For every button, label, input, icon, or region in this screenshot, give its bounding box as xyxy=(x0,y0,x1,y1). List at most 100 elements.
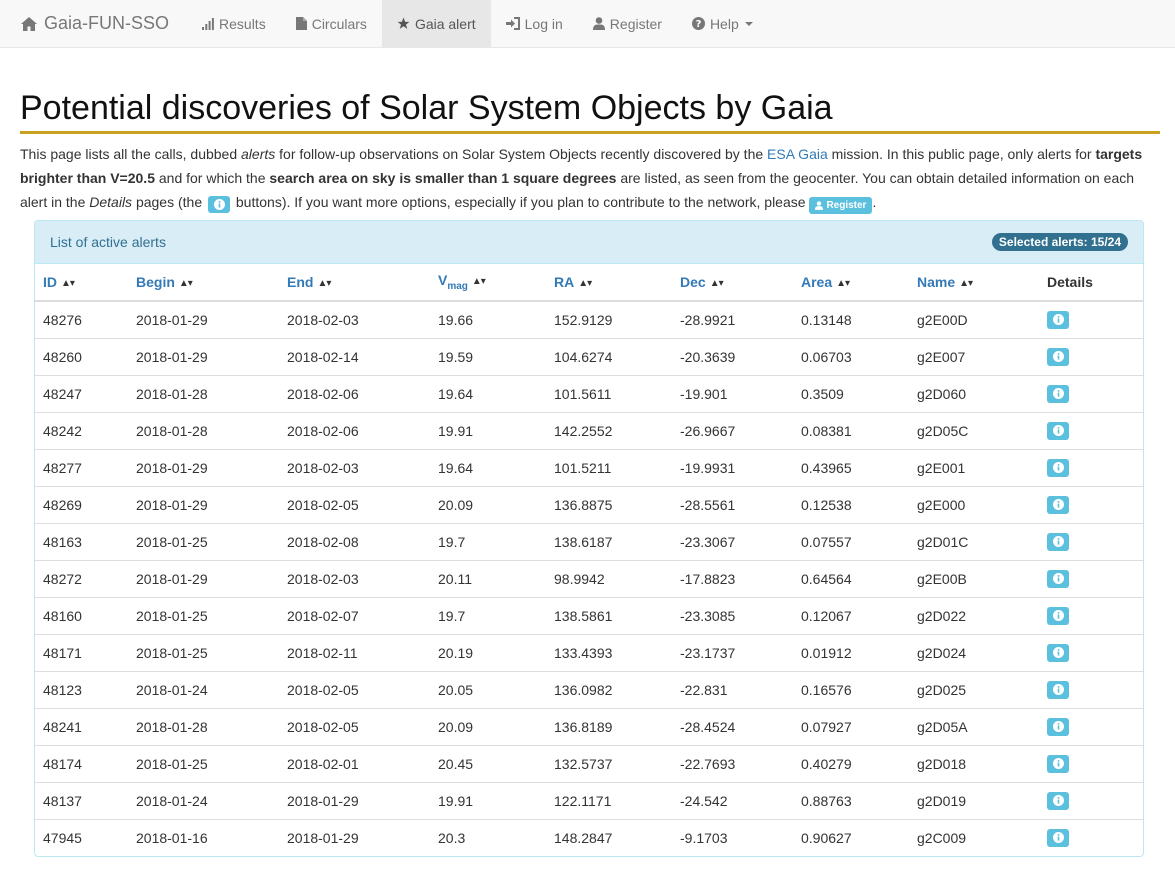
cell-details xyxy=(1039,337,1143,375)
cell-ra: 104.6274 xyxy=(546,337,672,375)
cell-vmag: 19.7 xyxy=(430,596,546,634)
cell-name: g2D05A xyxy=(909,707,1039,745)
cell-vmag: 19.64 xyxy=(430,374,546,412)
details-button[interactable] xyxy=(1047,828,1069,847)
nav-register[interactable]: Register xyxy=(578,0,677,47)
cell-id: 48137 xyxy=(35,781,128,819)
column-header-name[interactable]: Name ▲▾ xyxy=(909,264,1039,302)
details-button[interactable] xyxy=(1047,421,1069,440)
nav-gaia-alert[interactable]: Gaia alert xyxy=(381,0,491,47)
info-icon xyxy=(1052,314,1064,326)
cell-end: 2018-02-05 xyxy=(279,670,430,708)
column-header-begin[interactable]: Begin ▲▾ xyxy=(128,264,279,302)
cell-vmag: 20.09 xyxy=(430,485,546,523)
nav-login[interactable]: Log in xyxy=(491,0,578,47)
cell-ra: 133.4393 xyxy=(546,633,672,671)
sort-icon: ▲▾ xyxy=(578,278,592,289)
cell-id: 48174 xyxy=(35,744,128,782)
cell-vmag: 20.09 xyxy=(430,707,546,745)
details-button[interactable] xyxy=(1047,791,1069,810)
details-button[interactable] xyxy=(1047,532,1069,551)
intro-paragraph: This page lists all the calls, dubbed al… xyxy=(20,142,1160,214)
details-button[interactable] xyxy=(1047,717,1069,736)
details-button[interactable] xyxy=(1047,680,1069,699)
cell-begin: 2018-01-29 xyxy=(128,559,279,597)
details-button[interactable] xyxy=(1047,384,1069,403)
column-header-id[interactable]: ID ▲▾ xyxy=(35,264,128,302)
panel-heading: List of active alerts Selected alerts: 1… xyxy=(35,221,1143,264)
cell-id: 48160 xyxy=(35,596,128,634)
cell-begin: 2018-01-29 xyxy=(128,485,279,523)
cell-begin: 2018-01-25 xyxy=(128,522,279,560)
column-header-subscript: mag xyxy=(447,280,468,292)
column-header-details: Details xyxy=(1039,264,1143,302)
column-header-vmag[interactable]: Vmag ▲▾ xyxy=(430,264,546,302)
cell-name: g2E00B xyxy=(909,559,1039,597)
brand-link[interactable]: Gaia-FUN-SSO xyxy=(0,0,187,47)
register-button-label: Register xyxy=(826,199,867,211)
cell-begin: 2018-01-28 xyxy=(128,374,279,412)
cell-dec: -28.4524 xyxy=(672,707,793,745)
column-header-ra[interactable]: RA ▲▾ xyxy=(546,264,672,302)
cell-area: 0.64564 xyxy=(793,559,909,597)
info-icon xyxy=(1052,425,1064,436)
info-icon xyxy=(1052,388,1064,399)
cell-begin: 2018-01-25 xyxy=(128,744,279,782)
cell-id: 48163 xyxy=(35,522,128,560)
details-button[interactable] xyxy=(1047,606,1069,625)
cell-vmag: 20.19 xyxy=(430,633,546,671)
column-header-end[interactable]: End ▲▾ xyxy=(279,264,430,302)
cell-ra: 132.5737 xyxy=(546,744,672,782)
cell-dec: -24.542 xyxy=(672,781,793,819)
info-icon xyxy=(1052,684,1064,695)
table-row: 48269 2018-01-29 2018-02-05 20.09 136.8875 -2… xyxy=(35,485,1143,523)
cell-dec: -22.831 xyxy=(672,670,793,708)
details-button[interactable] xyxy=(1047,754,1069,773)
table-row: 48171 2018-01-25 2018-02-11 20.19 133.4393 -2… xyxy=(35,633,1143,671)
table-row: 48174 2018-01-25 2018-02-01 20.45 132.5737 -2… xyxy=(35,744,1143,782)
column-header-dec[interactable]: Dec ▲▾ xyxy=(672,264,793,302)
nav-circulars-label: Circulars xyxy=(311,15,367,32)
panel-title: List of active alerts xyxy=(50,234,166,250)
cell-vmag: 20.11 xyxy=(430,559,546,597)
cell-details xyxy=(1039,522,1143,560)
cell-id: 47945 xyxy=(35,818,128,856)
nav-login-label: Log in xyxy=(524,15,563,32)
nav-help-dropdown[interactable]: ? Help xyxy=(677,0,768,47)
details-button[interactable] xyxy=(1047,495,1069,514)
cell-dec: -22.7693 xyxy=(672,744,793,782)
details-button[interactable] xyxy=(1047,310,1069,329)
cell-id: 48171 xyxy=(35,633,128,671)
cell-id: 48247 xyxy=(35,374,128,412)
cell-begin: 2018-01-28 xyxy=(128,411,279,449)
register-button[interactable]: Register xyxy=(809,197,873,214)
esa-gaia-link[interactable]: ESA Gaia xyxy=(767,146,828,162)
details-button[interactable] xyxy=(1047,347,1069,366)
intro-text: This page lists all the calls, dubbed xyxy=(20,146,242,162)
cell-vmag: 19.7 xyxy=(430,522,546,560)
column-header-label: Dec xyxy=(680,274,706,290)
table-row: 48160 2018-01-25 2018-02-07 19.7 138.5861 -23… xyxy=(35,596,1143,634)
details-button[interactable] xyxy=(1047,643,1069,662)
intro-text: for follow-up observations on Solar Syst… xyxy=(275,146,768,162)
cell-details xyxy=(1039,301,1143,338)
info-button-example xyxy=(208,196,230,213)
info-icon xyxy=(1052,721,1064,732)
nav-results-label: Results xyxy=(219,15,266,32)
bar-chart-icon xyxy=(202,17,214,30)
nav-circulars[interactable]: Circulars xyxy=(281,0,382,47)
cell-end: 2018-02-05 xyxy=(279,707,430,745)
cell-area: 0.07557 xyxy=(793,522,909,560)
details-button[interactable] xyxy=(1047,569,1069,588)
cell-area: 0.40279 xyxy=(793,744,909,782)
column-header-area[interactable]: Area ▲▾ xyxy=(793,264,909,302)
nav-results[interactable]: Results xyxy=(187,0,281,47)
cell-id: 48269 xyxy=(35,485,128,523)
sort-icon: ▲▾ xyxy=(61,278,75,289)
info-icon xyxy=(1052,647,1064,658)
details-button[interactable] xyxy=(1047,458,1069,477)
cell-details xyxy=(1039,374,1143,412)
cell-details xyxy=(1039,485,1143,523)
cell-dec: -23.3085 xyxy=(672,596,793,634)
table-row: 48247 2018-01-28 2018-02-06 19.64 101.5611 -1… xyxy=(35,374,1143,412)
